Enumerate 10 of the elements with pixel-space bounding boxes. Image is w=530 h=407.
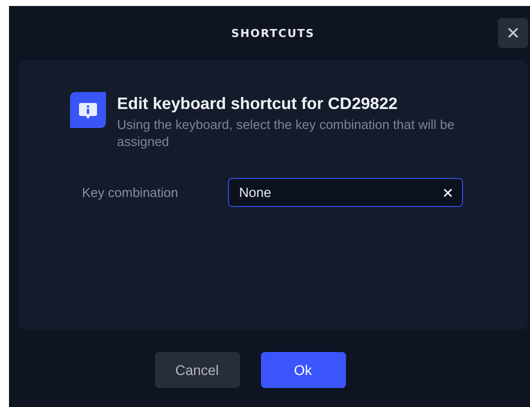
ok-button[interactable]: Ok [260,352,346,388]
description-text: Using the keyboard, select the key combination that will be assigned [117,116,456,150]
info-icon [70,92,106,128]
clear-button[interactable]: ✕ [442,184,454,200]
dialog-title: SHORTCUTS [231,26,315,40]
key-combination-field[interactable]: None ✕ [228,178,463,207]
field-label: Key combination [82,185,180,200]
cancel-button[interactable]: Cancel [154,352,240,388]
close-button[interactable]: ✕ [498,18,528,48]
dialog-heading: Edit keyboard shortcut for CD29822 [117,94,399,115]
